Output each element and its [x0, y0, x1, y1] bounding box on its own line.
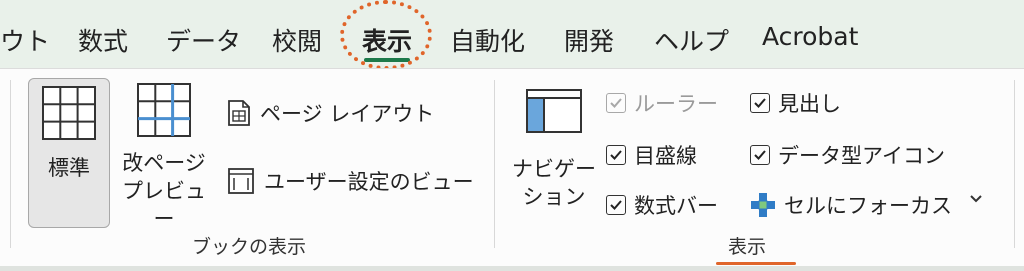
tab-layout[interactable]: ウト	[0, 22, 50, 58]
data-type-icons-checkbox[interactable]: データ型アイコン	[750, 140, 945, 170]
page-break-preview-label-1: 改ページ	[122, 151, 206, 175]
tab-data[interactable]: データ	[166, 22, 241, 58]
tab-review[interactable]: 校閲	[272, 22, 322, 58]
gridlines-checkbox[interactable]: 目盛線	[606, 140, 697, 170]
formula-bar-label: 数式バー	[634, 194, 718, 218]
data-type-icons-check-icon	[750, 145, 770, 165]
highlight-annotation-circle	[340, 0, 432, 70]
ruler-label: ルーラー	[634, 92, 718, 116]
chevron-down-icon	[968, 191, 984, 210]
custom-views-button[interactable]: ユーザー設定のビュー	[226, 166, 474, 196]
headings-check-icon	[750, 93, 770, 113]
gridlines-check-icon	[606, 145, 626, 165]
gridlines-label: 目盛線	[634, 144, 697, 168]
focus-cell-label: セルにフォーカス	[784, 194, 952, 218]
page-layout-button[interactable]: ページ レイアウト	[226, 98, 434, 128]
normal-view-button[interactable]: 標準	[28, 78, 110, 228]
focus-cell-dropdown[interactable]	[968, 190, 984, 210]
navigation-label-2: ション	[522, 185, 586, 209]
headings-checkbox[interactable]: 見出し	[750, 88, 841, 118]
page-layout-icon	[226, 99, 252, 127]
normal-view-label: 標準	[48, 156, 90, 180]
custom-views-label: ユーザー設定のビュー	[264, 170, 474, 194]
group-separator	[10, 80, 11, 248]
tab-acrobat[interactable]: Acrobat	[762, 22, 858, 51]
show-group-label: 表示	[728, 236, 767, 258]
group-separator	[494, 80, 495, 248]
group-separator	[1014, 80, 1015, 248]
focus-cell-button[interactable]: セルにフォーカス	[750, 190, 952, 220]
formula-bar-checkbox[interactable]: 数式バー	[606, 190, 718, 220]
tab-automate[interactable]: 自動化	[450, 22, 525, 58]
page-break-preview-label-2: プレビュー	[122, 179, 206, 231]
custom-views-icon	[226, 166, 256, 196]
ruler-check-icon	[606, 93, 626, 113]
navigation-label-1: ナビゲー	[512, 157, 596, 181]
navigation-button[interactable]: ナビゲー ション	[512, 86, 596, 211]
data-type-icons-label: データ型アイコン	[778, 144, 945, 168]
headings-label: 見出し	[778, 92, 841, 116]
show-group-highlight	[716, 262, 796, 265]
focus-cell-icon	[750, 192, 776, 218]
formula-bar-check-icon	[606, 195, 626, 215]
navigation-pane-icon	[512, 86, 596, 143]
page-break-preview-icon	[116, 82, 212, 145]
ribbon-bottom-edge	[0, 266, 1024, 271]
book-view-group-label: ブックの表示	[192, 236, 307, 258]
normal-view-icon	[29, 85, 109, 148]
tab-formulas[interactable]: 数式	[78, 22, 128, 58]
page-break-preview-button[interactable]: 改ページ プレビュー	[116, 82, 212, 233]
ruler-checkbox[interactable]: ルーラー	[606, 88, 718, 118]
page-layout-label: ページ レイアウト	[260, 102, 435, 126]
ribbon-tab-bar: ウト 数式 データ 校閲 表示 自動化 開発 ヘルプ Acrobat	[0, 0, 1024, 70]
tab-developer[interactable]: 開発	[564, 22, 614, 58]
tab-help[interactable]: ヘルプ	[654, 22, 729, 58]
